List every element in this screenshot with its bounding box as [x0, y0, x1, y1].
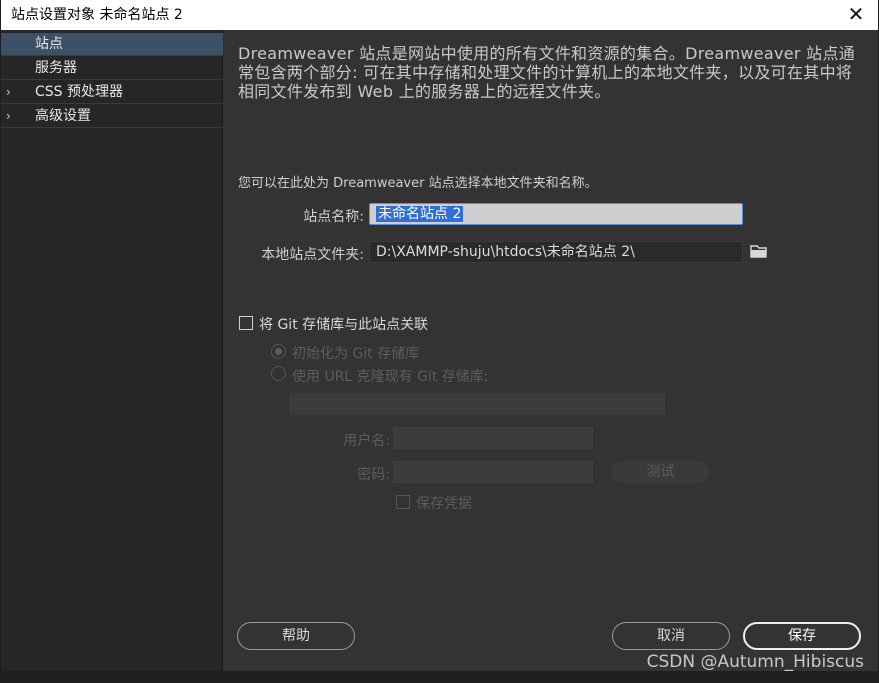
browse-folder-icon[interactable] [750, 243, 768, 259]
sidebar-item-label: 服务器 [35, 60, 77, 76]
sidebar-item-site[interactable]: 站点 [1, 33, 223, 56]
git-username-label: 用户名: [343, 433, 390, 449]
git-test-button[interactable]: 测试 [611, 461, 710, 483]
help-button[interactable]: 帮助 [237, 622, 355, 650]
associate-git-checkbox[interactable] [239, 316, 253, 330]
csdn-watermark: CSDN @Autumn_Hibiscus [646, 652, 864, 672]
close-icon[interactable]: ✕ [846, 4, 866, 24]
sidebar-item-servers[interactable]: 服务器 [1, 57, 223, 80]
sidebar-item-advanced-settings[interactable]: › 高级设置 [1, 105, 223, 128]
git-password-input[interactable] [393, 461, 593, 483]
title-bar: 站点设置对象 未命名站点 2 ✕ [1, 0, 878, 30]
site-name-input[interactable]: 未命名站点 2 [369, 203, 743, 225]
init-git-label: 初始化为 Git 存储库 [292, 346, 420, 362]
sidebar-item-label: 高级设置 [35, 108, 91, 124]
clone-git-radio[interactable] [271, 366, 286, 381]
associate-git-label: 将 Git 存储库与此站点关联 [259, 317, 429, 333]
save-credentials-checkbox[interactable] [396, 495, 410, 509]
git-url-input[interactable] [289, 393, 665, 415]
dialog-title: 站点设置对象 未命名站点 2 [11, 7, 183, 23]
site-setup-dialog: 站点设置对象 未命名站点 2 ✕ 站点 服务器 › CSS 预处理器 › 高级设… [0, 0, 879, 683]
local-folder-input[interactable]: D:\XAMMP-shuju\htdocs\未命名站点 2\ [369, 241, 743, 263]
cancel-button[interactable]: 取消 [612, 622, 730, 650]
bottom-edge [1, 671, 879, 683]
git-username-input[interactable] [393, 427, 593, 449]
site-name-value: 未命名站点 2 [376, 206, 464, 222]
sidebar-item-css-preprocessors[interactable]: › CSS 预处理器 [1, 81, 223, 104]
init-git-radio[interactable] [271, 344, 286, 359]
category-sidebar: 站点 服务器 › CSS 预处理器 › 高级设置 [1, 30, 223, 671]
site-hint-text: 您可以在此处为 Dreamweaver 站点选择本地文件夹和名称。 [238, 176, 598, 191]
git-password-label: 密码: [357, 467, 390, 483]
site-name-label: 站点名称: [303, 209, 364, 225]
local-folder-label: 本地站点文件夹: [261, 247, 364, 263]
sidebar-item-label: 站点 [35, 36, 63, 52]
site-description: Dreamweaver 站点是网站中使用的所有文件和资源的集合。Dreamwea… [238, 44, 856, 101]
save-button[interactable]: 保存 [743, 622, 861, 650]
expand-arrow-icon[interactable]: › [6, 81, 16, 103]
sidebar-item-label: CSS 预处理器 [35, 84, 123, 100]
clone-git-label: 使用 URL 克隆现有 Git 存储库: [292, 369, 489, 385]
expand-arrow-icon[interactable]: › [6, 105, 16, 127]
save-credentials-label: 保存凭据 [416, 496, 472, 512]
site-settings-panel: Dreamweaver 站点是网站中使用的所有文件和资源的集合。Dreamwea… [224, 30, 878, 671]
